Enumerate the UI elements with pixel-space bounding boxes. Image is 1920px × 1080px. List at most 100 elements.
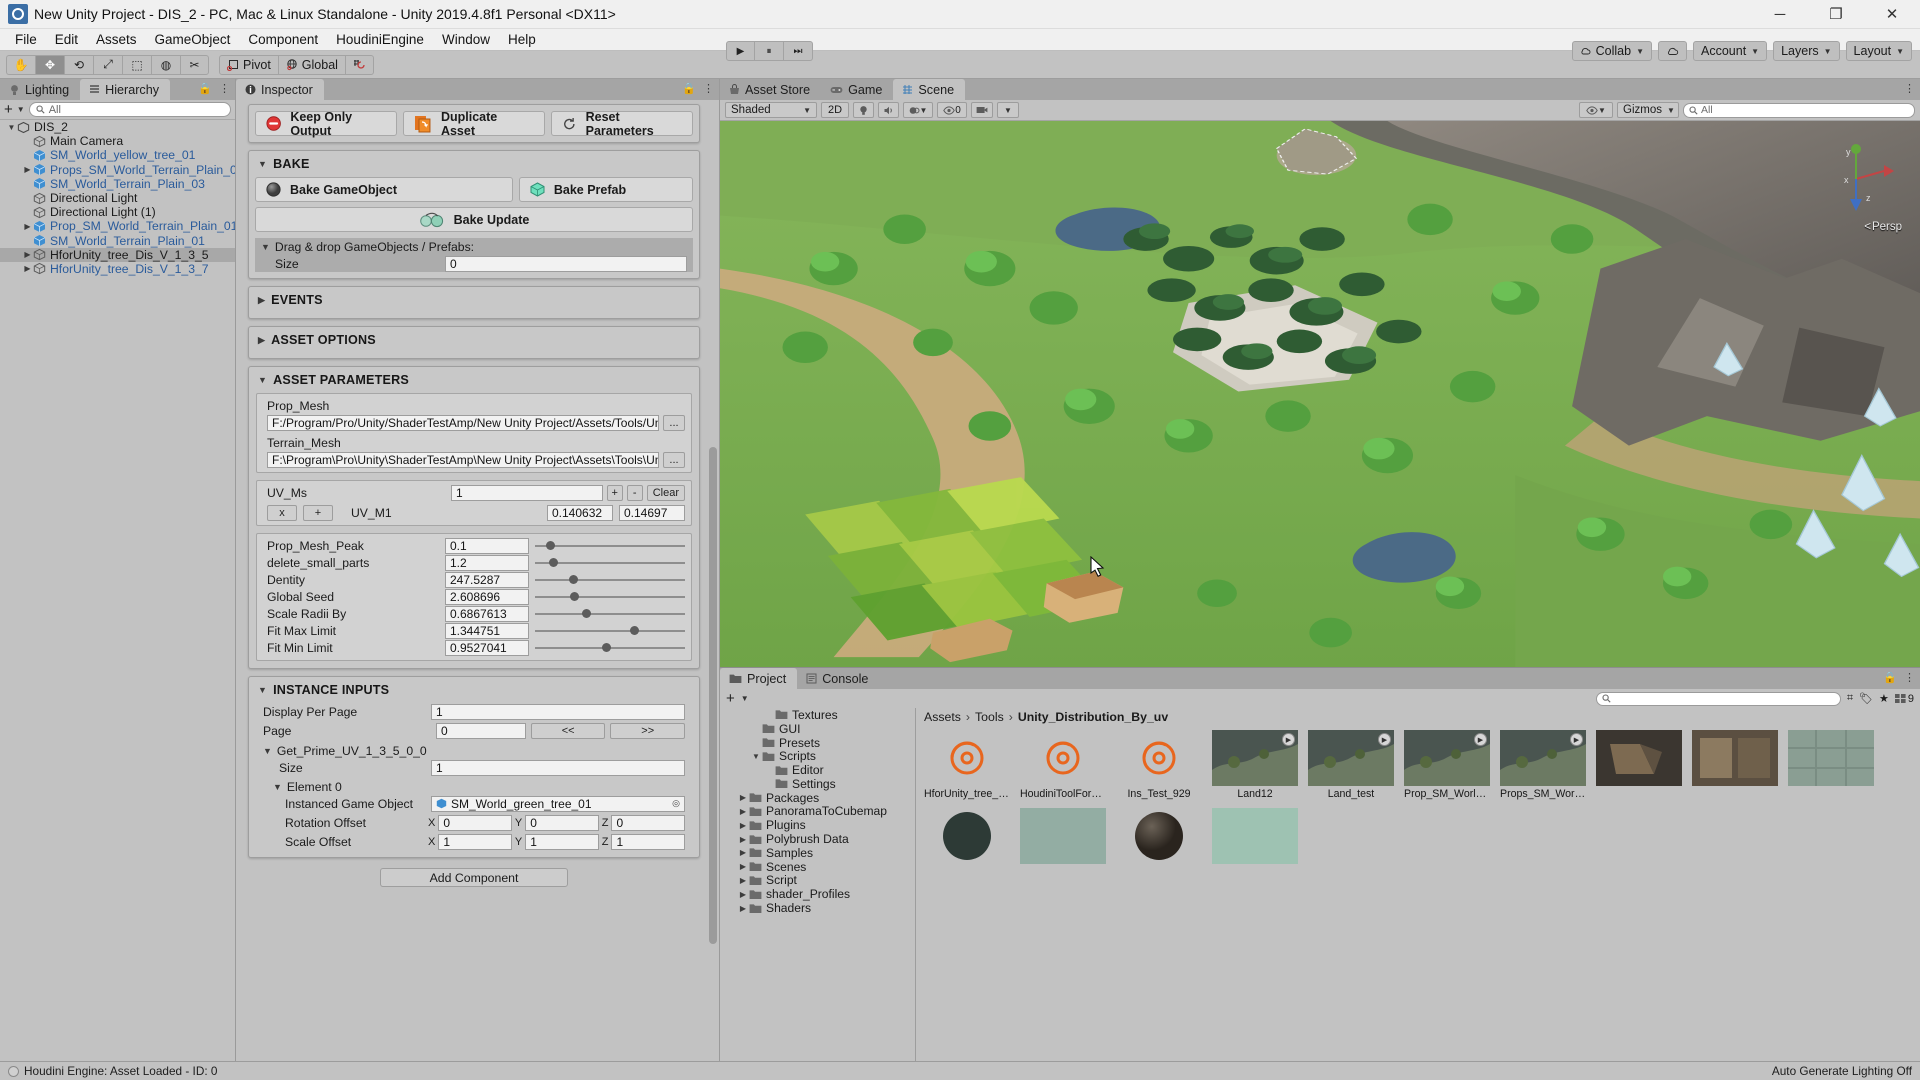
menu-item-help[interactable]: Help — [499, 30, 545, 49]
asset-grid-item[interactable]: ▶ Props_SM_World... — [1500, 730, 1586, 800]
layout-button[interactable]: Layout ▼ — [1845, 41, 1912, 61]
disclosure-triangle-icon[interactable]: ▶ — [737, 890, 749, 899]
rect-tool-icon[interactable]: ⬚ — [122, 54, 151, 75]
instance-inputs-header[interactable]: ▼ INSTANCE INPUTS — [249, 677, 699, 703]
account-button[interactable]: Account ▼ — [1693, 41, 1768, 61]
page-input[interactable]: 0 — [436, 722, 526, 739]
uv-m1-y-input[interactable]: 0.14697 — [619, 504, 685, 521]
scene-audio-toggle[interactable] — [878, 102, 899, 118]
tab-hierarchy[interactable]: Hierarchy — [80, 79, 171, 100]
project-tree-item[interactable]: Presets — [720, 736, 915, 750]
tab-inspector[interactable]: Inspector — [236, 79, 324, 100]
collab-button[interactable]: Collab ▼ — [1571, 41, 1652, 61]
disclosure-triangle-icon[interactable]: ▶ — [737, 862, 749, 871]
asset-options-header[interactable]: ▶ ASSET OPTIONS — [249, 327, 699, 353]
uv-ms-clear-button[interactable]: Clear — [646, 484, 685, 501]
perspective-label[interactable]: < Persp — [1864, 221, 1902, 233]
minimize-button[interactable]: ─ — [1752, 0, 1808, 29]
filter-type-icon[interactable]: ⌗ — [1847, 692, 1853, 705]
parameter-value-input[interactable]: 247.5287 — [445, 571, 529, 588]
tab-console[interactable]: Console — [797, 668, 880, 689]
project-tree-item[interactable]: ▶ Samples — [720, 846, 915, 860]
parameter-slider[interactable] — [535, 555, 685, 571]
gizmos-dropdown[interactable]: Gizmos ▼ — [1617, 102, 1679, 118]
play-badge-icon[interactable]: ▶ — [1378, 733, 1391, 746]
disclosure-triangle-icon[interactable]: ▶ — [737, 821, 749, 830]
asset-grid[interactable]: HforUnity_tree_Di... HoudiniToolForUni...… — [916, 726, 1920, 1061]
asset-grid-item[interactable]: Ins_Test_929 — [1116, 730, 1202, 800]
project-tree-item[interactable]: Textures — [720, 708, 915, 722]
hand-tool-icon[interactable]: ✋ — [6, 54, 35, 75]
disclosure-triangle-icon[interactable]: ▶ — [22, 264, 33, 273]
duplicate-asset-button[interactable]: Duplicate Asset — [403, 110, 545, 138]
scene-fx-toggle[interactable]: ▼ — [903, 102, 933, 118]
terrain-mesh-input[interactable]: F:\Program\Pro\Unity\ShaderTestAmp\New U… — [267, 451, 659, 468]
project-tree-item[interactable]: Editor — [720, 763, 915, 777]
scene-camera-dropdown[interactable]: ▼ — [997, 102, 1019, 118]
play-badge-icon[interactable]: ▶ — [1570, 733, 1583, 746]
pause-button[interactable]: ⏸ — [755, 41, 784, 61]
project-tree-item[interactable]: ▶ Script — [720, 873, 915, 887]
maximize-button[interactable]: ❐ — [1808, 0, 1864, 29]
thumbnail-size-slider[interactable]: 9 — [1894, 693, 1914, 705]
asset-grid-item[interactable] — [1596, 730, 1682, 800]
shading-mode-dropdown[interactable]: Shaded ▼ — [725, 102, 817, 118]
project-tree-item[interactable]: ▶ Plugins — [720, 818, 915, 832]
lock-icon[interactable]: 🔒 — [198, 82, 212, 95]
asset-grid-item[interactable]: HoudiniToolForUni... — [1020, 730, 1106, 800]
project-tree-item[interactable]: Settings — [720, 777, 915, 791]
menu-item-window[interactable]: Window — [433, 30, 499, 49]
asset-grid-item[interactable]: ▶ Prop_SM_World_... — [1404, 730, 1490, 800]
tab-game[interactable]: Game — [821, 79, 894, 100]
hierarchy-item[interactable]: ▶ Prop_SM_World_Terrain_Plain_01 — [0, 219, 235, 233]
project-tree-item[interactable]: ▶ PanoramaToCubemap — [720, 804, 915, 818]
uv-ms-input[interactable]: 1 — [451, 484, 603, 501]
hierarchy-item[interactable]: SM_World_yellow_tree_01 — [0, 148, 235, 162]
custom-tool-icon[interactable]: ✂ — [180, 54, 209, 75]
star-icon[interactable]: ★ — [1879, 692, 1889, 705]
asset-grid-item[interactable] — [1020, 808, 1106, 866]
rotation-offset-x-input[interactable]: 0 — [438, 814, 512, 831]
asset-parameters-header[interactable]: ▼ ASSET PARAMETERS — [249, 367, 699, 393]
uv-ms-remove-button[interactable]: - — [626, 484, 643, 501]
lock-icon[interactable]: 🔒 — [1883, 671, 1897, 684]
scale-offset-x-input[interactable]: 1 — [438, 833, 512, 850]
disclosure-triangle-icon[interactable]: ▶ — [22, 250, 33, 259]
uv-m1-add-button[interactable]: + — [303, 504, 333, 521]
menu-item-assets[interactable]: Assets — [87, 30, 146, 49]
scene-visibility-toggle[interactable]: 0 — [937, 102, 967, 118]
project-tree-item[interactable]: ▶ shader_Profiles — [720, 887, 915, 901]
menu-item-gameobject[interactable]: GameObject — [146, 30, 240, 49]
gizmos-visibility-button[interactable]: ▼ — [1579, 102, 1613, 118]
terrain-mesh-browse-button[interactable]: ... — [663, 451, 685, 468]
project-tree-item[interactable]: ▶ Scenes — [720, 860, 915, 874]
asset-grid-item[interactable]: HforUnity_tree_Di... — [924, 730, 1010, 800]
disclosure-triangle-icon[interactable]: ▶ — [737, 848, 749, 857]
play-badge-icon[interactable]: ▶ — [1282, 733, 1295, 746]
rotation-offset-z-input[interactable]: 0 — [611, 814, 686, 831]
scale-offset-y-input[interactable]: 1 — [525, 833, 599, 850]
asset-grid-item[interactable] — [1788, 730, 1874, 800]
hierarchy-item[interactable]: SM_World_Terrain_Plain_03 — [0, 177, 235, 191]
hierarchy-item[interactable]: Directional Light (1) — [0, 205, 235, 219]
project-tree-item[interactable]: ▶ Polybrush Data — [720, 832, 915, 846]
menu-item-component[interactable]: Component — [239, 30, 327, 49]
project-tree-item[interactable]: GUI — [720, 722, 915, 736]
breadcrumb-item[interactable]: Unity_Distribution_By_uv — [1018, 710, 1168, 724]
play-badge-icon[interactable]: ▶ — [1474, 733, 1487, 746]
display-per-page-input[interactable]: 1 — [431, 703, 685, 720]
grid-snap-toggle[interactable] — [345, 54, 374, 75]
element-0-header[interactable]: ▼ Element 0 — [257, 778, 691, 795]
hierarchy-item[interactable]: ▶ HforUnity_tree_Dis_V_1_3_7 — [0, 262, 235, 276]
parameter-slider[interactable] — [535, 623, 685, 639]
project-tree-item[interactable]: ▼ Scripts — [720, 749, 915, 763]
chevron-down-icon[interactable]: ▼ — [741, 694, 749, 703]
tab-asset-store[interactable]: Asset Store — [720, 79, 822, 100]
bake-header[interactable]: ▼ BAKE — [249, 151, 699, 177]
kebab-menu-icon[interactable]: ⋮ — [219, 82, 230, 95]
events-header[interactable]: ▶ EVENTS — [249, 287, 699, 313]
prop-mesh-input[interactable]: F:/Program/Pro/Unity/ShaderTestAmp/New U… — [267, 414, 659, 431]
disclosure-triangle-icon[interactable]: ▼ — [750, 752, 762, 761]
menu-item-file[interactable]: File — [6, 30, 46, 49]
breadcrumb-item[interactable]: Assets — [924, 710, 961, 724]
